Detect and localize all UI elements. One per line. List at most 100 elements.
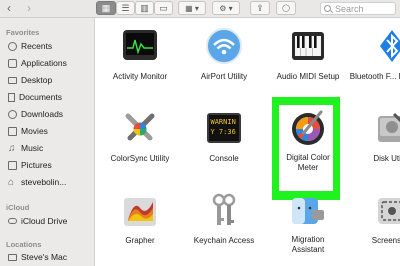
app-grapher[interactable]: Grapher bbox=[98, 184, 182, 264]
tag-icon: ◯ bbox=[282, 5, 290, 12]
sidebar-item-applications[interactable]: Applications bbox=[8, 56, 92, 70]
app-bluetooth-file-exchange[interactable]: Bluetooth F... Exchange bbox=[350, 20, 400, 100]
music-icon: ♫ bbox=[8, 142, 16, 154]
sidebar-item-label: Movies bbox=[21, 126, 48, 136]
app-label: Screenshot bbox=[371, 236, 400, 245]
sidebar-item-desktop[interactable]: Desktop bbox=[8, 73, 92, 87]
chevron-left-icon: ‹ bbox=[7, 1, 11, 15]
chevron-right-icon: › bbox=[27, 1, 31, 15]
app-label: Bluetooth F... Exchange bbox=[349, 72, 400, 81]
sidebar-item-icloud-drive[interactable]: iCloud Drive bbox=[8, 214, 92, 228]
grapher-icon bbox=[124, 198, 156, 226]
document-icon bbox=[8, 92, 15, 102]
svg-text:Y 7:36: Y 7:36 bbox=[211, 128, 236, 136]
search-icon bbox=[324, 5, 331, 12]
app-colorsync-utility[interactable]: ColorSync Utility bbox=[98, 102, 182, 182]
app-label: Activity Monitor bbox=[112, 72, 168, 81]
keychain-icon bbox=[212, 193, 236, 225]
app-activity-monitor[interactable]: Activity Monitor bbox=[98, 20, 182, 100]
airport-utility-icon bbox=[206, 28, 242, 64]
app-migration-assistant[interactable]: Migration Assistant bbox=[266, 184, 350, 264]
app-label-line: Digital Color bbox=[286, 153, 330, 162]
computer-icon bbox=[8, 253, 17, 261]
app-label: Audio MIDI Setup bbox=[276, 72, 340, 81]
movie-icon bbox=[8, 126, 17, 136]
locations-header: Locations bbox=[6, 240, 42, 249]
sidebar-item-label: Desktop bbox=[21, 75, 53, 85]
activity-monitor-icon bbox=[123, 30, 157, 60]
sidebar-item-pictures[interactable]: Pictures bbox=[8, 158, 92, 172]
sidebar-item-label: stevebolin... bbox=[21, 177, 67, 187]
app-disk-utility[interactable]: Disk Utility bbox=[350, 102, 400, 182]
action-button[interactable]: ⚙ ▾ bbox=[212, 1, 240, 15]
app-digital-color-meter[interactable]: Digital Color Meter bbox=[266, 102, 350, 182]
gear-icon: ⚙ ▾ bbox=[219, 3, 233, 13]
app-audio-midi-setup[interactable]: Audio MIDI Setup bbox=[266, 20, 350, 100]
app-label: AirPort Utility bbox=[200, 72, 248, 81]
sidebar-item-label: Music bbox=[21, 143, 44, 153]
list-view-button[interactable]: ☰ bbox=[116, 1, 135, 15]
app-airport-utility[interactable]: AirPort Utility bbox=[182, 20, 266, 100]
arrange-icon: ▦ ▾ bbox=[185, 3, 199, 13]
applications-grid: Activity Monitor AirPort Utility Audio M… bbox=[96, 18, 400, 266]
column-view-button[interactable]: ▥ bbox=[135, 1, 154, 15]
app-label-line: Assistant bbox=[291, 245, 325, 254]
toolbar: ‹ › ▦ ☰ ▥ ▭ ▦ ▾ ⚙ ▾ ⇪ ◯ Search bbox=[0, 0, 400, 18]
sidebar-item-home[interactable]: ⌂ stevebolin... bbox=[8, 175, 92, 189]
list-icon: ☰ bbox=[121, 2, 130, 13]
icon-view-button[interactable]: ▦ bbox=[96, 1, 116, 15]
app-screenshot[interactable]: Screenshot bbox=[350, 184, 400, 264]
sidebar-item-label: Steve's Mac bbox=[21, 252, 68, 262]
sidebar-item-documents[interactable]: Documents bbox=[8, 90, 92, 104]
download-icon bbox=[8, 109, 17, 119]
colorsync-icon bbox=[125, 113, 155, 141]
digital-color-meter-icon bbox=[292, 110, 324, 145]
icloud-header: iCloud bbox=[6, 203, 30, 212]
sidebar-item-label: Downloads bbox=[21, 109, 64, 119]
audio-midi-icon bbox=[292, 32, 324, 60]
screenshot-icon bbox=[378, 198, 400, 224]
sidebar-item-label: Documents bbox=[19, 92, 62, 102]
gallery-icon: ▭ bbox=[159, 2, 168, 13]
disk-utility-icon bbox=[378, 112, 400, 142]
arrange-button[interactable]: ▦ ▾ bbox=[178, 1, 206, 15]
svg-text:WARNIN: WARNIN bbox=[211, 118, 236, 126]
app-console[interactable]: WARNIN Y 7:36 Console bbox=[182, 102, 266, 182]
app-label: Disk Utility bbox=[373, 154, 400, 163]
app-label: Grapher bbox=[125, 236, 155, 245]
sidebar-item-downloads[interactable]: Downloads bbox=[8, 107, 92, 121]
app-label-line: Migration bbox=[291, 235, 325, 244]
gallery-view-button[interactable]: ▭ bbox=[154, 1, 173, 15]
sidebar-item-music[interactable]: ♫ Music bbox=[8, 141, 92, 155]
back-button[interactable]: ‹ bbox=[2, 1, 16, 15]
sidebar-item-label: Applications bbox=[21, 58, 67, 68]
forward-button[interactable]: › bbox=[22, 1, 36, 15]
cloud-icon bbox=[8, 218, 17, 224]
share-button[interactable]: ⇪ bbox=[250, 1, 270, 15]
search-placeholder: Search bbox=[335, 3, 364, 14]
app-keychain-access[interactable]: Keychain Access bbox=[182, 184, 266, 264]
bluetooth-icon bbox=[380, 30, 400, 62]
sidebar-item-movies[interactable]: Movies bbox=[8, 124, 92, 138]
tags-button[interactable]: ◯ bbox=[276, 1, 296, 15]
app-label: ColorSync Utility bbox=[110, 154, 170, 163]
sidebar: Favorites Recents Applications Desktop D… bbox=[0, 18, 95, 266]
sidebar-item-label: Recents bbox=[21, 41, 53, 51]
desktop-icon bbox=[8, 76, 17, 84]
app-label: Console bbox=[209, 154, 239, 163]
applications-icon bbox=[8, 58, 17, 68]
app-label-line: Meter bbox=[297, 163, 319, 172]
app-label: Digital Color Meter bbox=[264, 153, 352, 173]
sidebar-item-steves-mac[interactable]: Steve's Mac bbox=[8, 250, 92, 264]
favorites-header: Favorites bbox=[6, 28, 40, 37]
console-icon: WARNIN Y 7:36 bbox=[207, 113, 241, 143]
sidebar-item-label: Pictures bbox=[21, 160, 52, 170]
finder-window: ‹ › ▦ ☰ ▥ ▭ ▦ ▾ ⚙ ▾ ⇪ ◯ Search Favorites… bbox=[0, 0, 400, 266]
columns-icon: ▥ bbox=[140, 2, 149, 13]
search-field[interactable]: Search bbox=[320, 2, 396, 15]
picture-icon bbox=[8, 160, 17, 170]
sidebar-item-recents[interactable]: Recents bbox=[8, 39, 92, 53]
clock-icon bbox=[8, 41, 17, 51]
share-icon: ⇪ bbox=[256, 2, 264, 13]
sidebar-item-label: iCloud Drive bbox=[21, 216, 68, 226]
